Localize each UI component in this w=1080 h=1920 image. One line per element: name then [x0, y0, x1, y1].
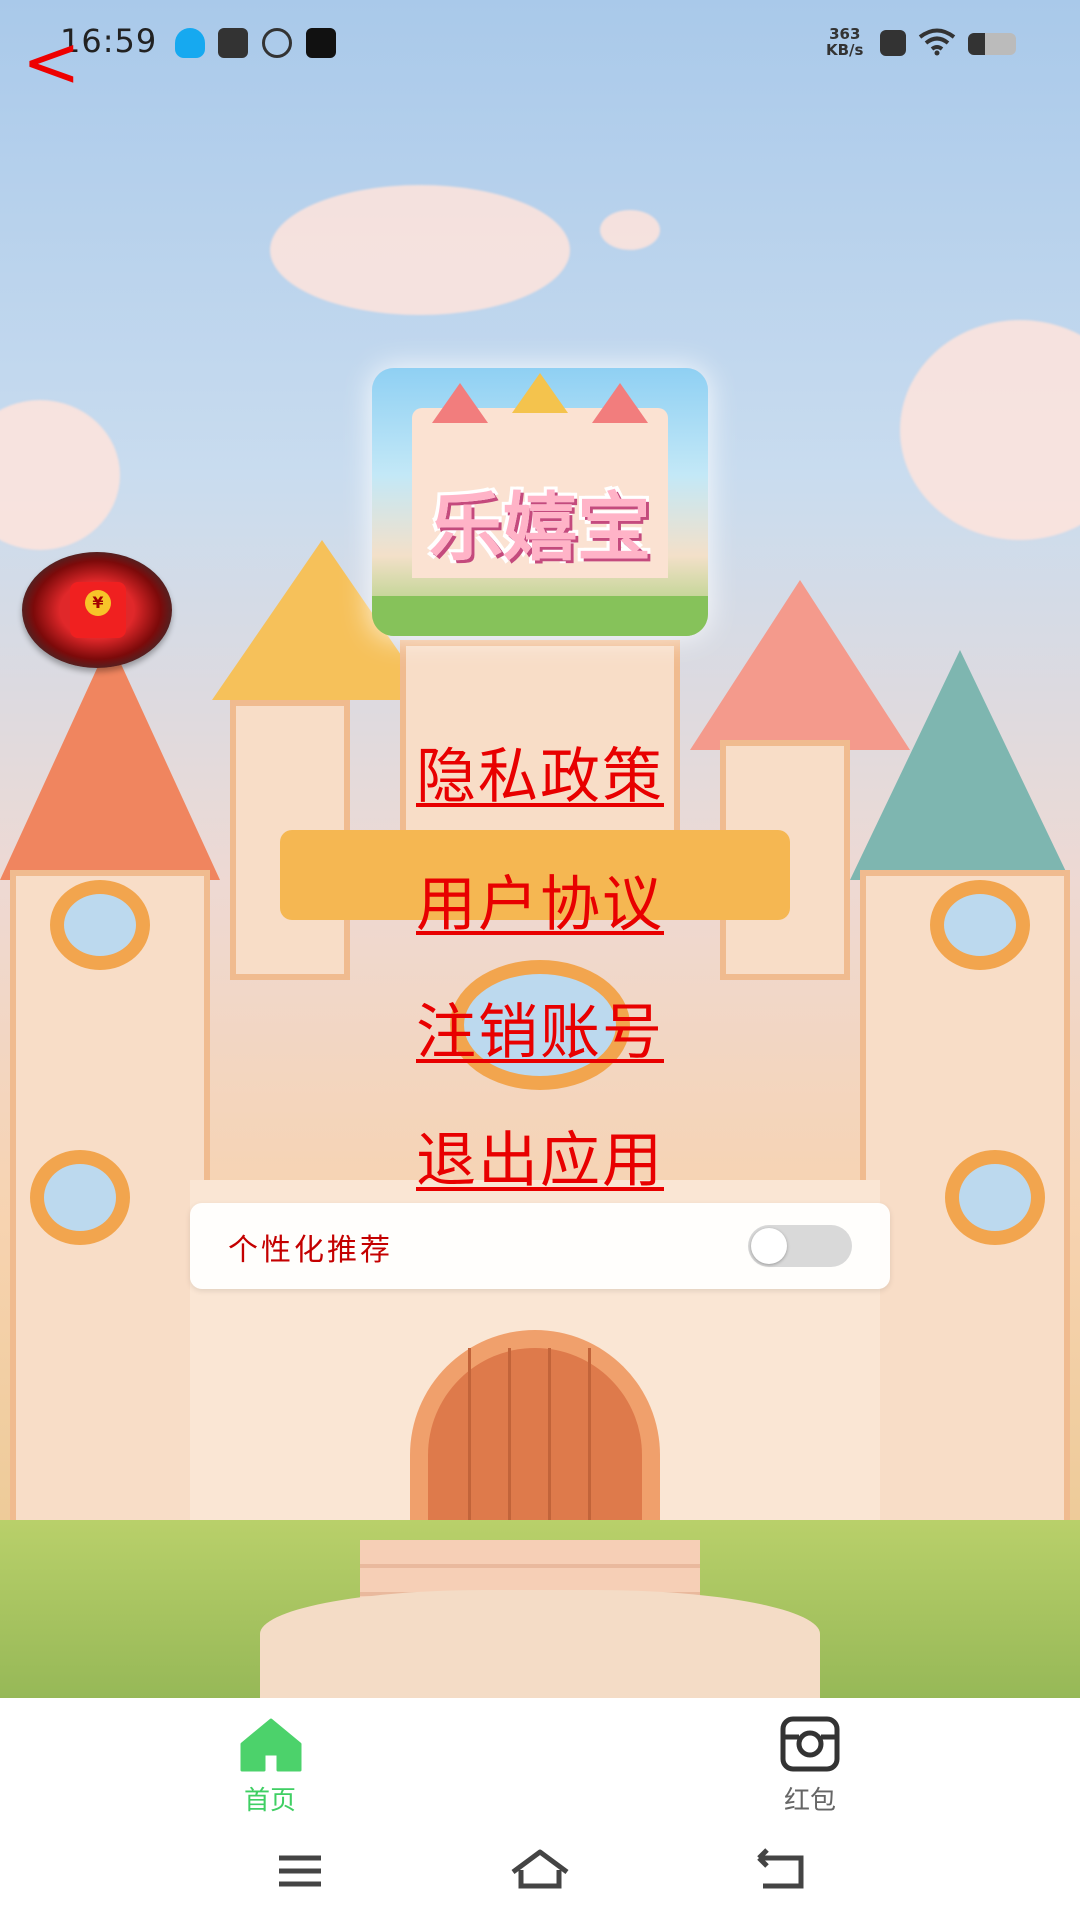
- cloud: [0, 400, 120, 550]
- round-window: [945, 1150, 1045, 1245]
- network-speed: 363 KB/s: [826, 26, 863, 58]
- app-logo: 乐嬉宝: [372, 368, 708, 636]
- user-agreement-link[interactable]: 用户协议: [380, 856, 700, 943]
- home-nav-icon[interactable]: [505, 1846, 575, 1896]
- red-envelope-button[interactable]: ¥: [22, 552, 172, 668]
- mail-icon: [218, 28, 248, 58]
- personalized-recommend-label: 个性化推荐: [228, 1233, 393, 1268]
- personalized-recommend-toggle[interactable]: [748, 1225, 852, 1267]
- back-nav-icon[interactable]: [745, 1846, 815, 1896]
- stone-path: [260, 1590, 820, 1698]
- toggle-knob: [751, 1228, 787, 1264]
- tab-home-label: 首页: [243, 1786, 296, 1816]
- castle-background: [0, 0, 1080, 1698]
- tower-roof: [0, 640, 220, 880]
- red-envelope-icon: ¥: [70, 582, 126, 638]
- exit-app-link[interactable]: 退出应用: [380, 1112, 700, 1199]
- privacy-policy-link[interactable]: 隐私政策: [380, 728, 700, 815]
- battery-level: [968, 33, 985, 55]
- logo-roof: [432, 383, 488, 423]
- status-bar: 16:59 363 KB/s: [0, 0, 1080, 90]
- wifi-icon: [918, 28, 956, 56]
- sim-off-icon: [880, 30, 906, 56]
- logo-title: 乐嬉宝: [429, 485, 651, 571]
- camera-icon: [780, 1716, 840, 1772]
- tab-redpack-label: 红包: [783, 1786, 836, 1816]
- menu-icon[interactable]: [265, 1846, 335, 1896]
- cloud: [600, 210, 660, 250]
- network-speed-unit: KB/s: [826, 41, 864, 59]
- tab-home[interactable]: 首页: [190, 1708, 350, 1818]
- system-nav-bar: [0, 1820, 1080, 1920]
- round-window: [930, 880, 1030, 970]
- home-icon: [240, 1718, 302, 1772]
- logo-roof: [592, 383, 648, 423]
- cloud: [270, 185, 570, 315]
- round-window: [50, 880, 150, 970]
- tiktok-icon: [306, 28, 336, 58]
- coin-icon: ¥: [85, 590, 111, 616]
- network-speed-value: 363: [829, 25, 861, 43]
- logo-roof: [512, 373, 568, 413]
- battery-icon: [968, 33, 1016, 55]
- logo-ground: [372, 596, 708, 636]
- personalized-recommend-card: 个性化推荐: [190, 1203, 890, 1289]
- tab-redpack[interactable]: 红包: [730, 1708, 890, 1818]
- cloud: [900, 320, 1080, 540]
- round-window: [30, 1150, 130, 1245]
- bottom-tab-bar: 首页 红包: [0, 1698, 1080, 1820]
- planet-icon: [262, 28, 292, 58]
- qq-icon: [175, 28, 205, 58]
- cancel-account-link[interactable]: 注销账号: [380, 984, 700, 1071]
- tower-roof: [850, 650, 1070, 880]
- back-button[interactable]: <: [22, 27, 82, 102]
